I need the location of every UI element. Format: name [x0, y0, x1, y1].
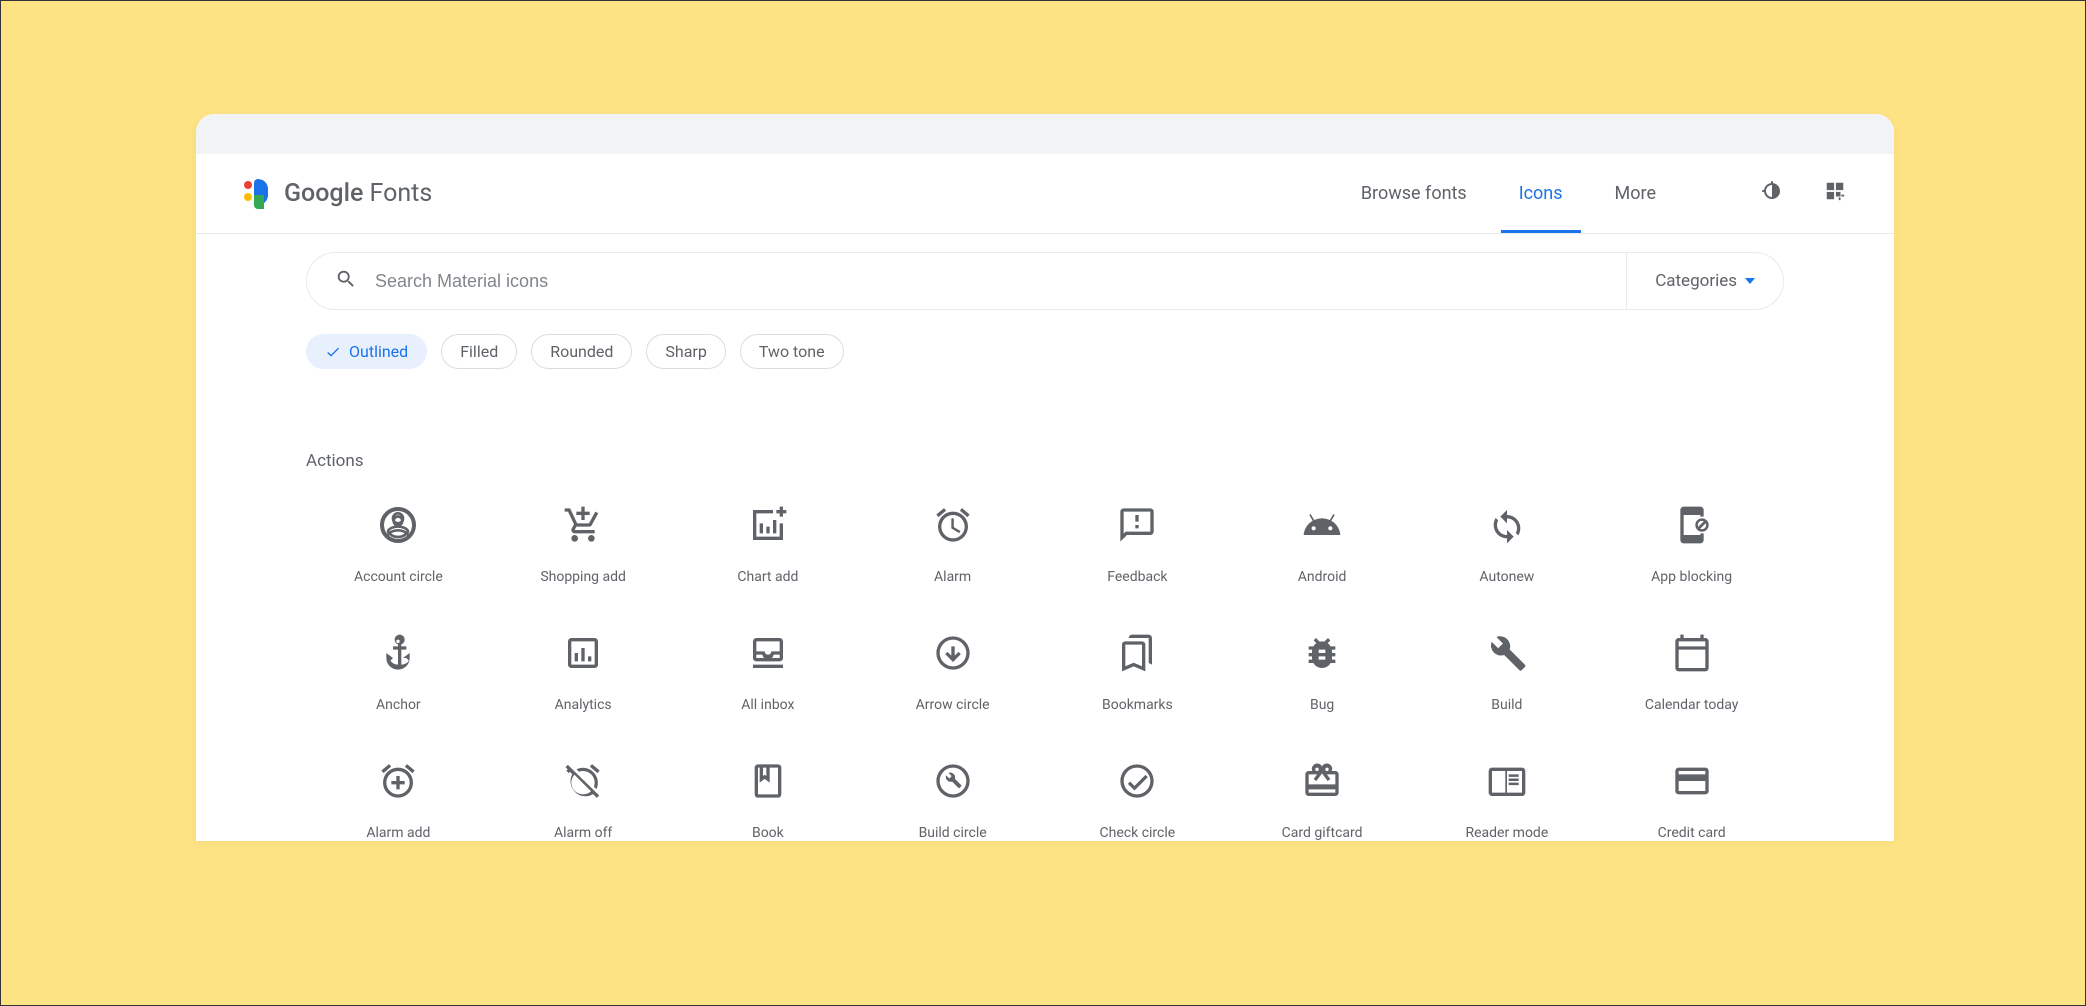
icon-autorenew[interactable]: Autonew — [1415, 505, 1600, 585]
all-inbox-icon — [748, 633, 788, 673]
browser-window: Google Fonts Browse fonts Icons More — [196, 114, 1894, 841]
icon-alarm-add[interactable]: Alarm add — [306, 761, 491, 841]
autorenew-icon — [1487, 505, 1527, 545]
categories-dropdown[interactable]: Categories — [1626, 253, 1783, 309]
chip-filled[interactable]: Filled — [441, 334, 517, 369]
main-content: Categories Outlined Filled Rounded Sharp… — [196, 234, 1894, 841]
top-bar: Google Fonts Browse fonts Icons More — [196, 154, 1894, 234]
apps-grid-icon[interactable] — [1824, 180, 1846, 207]
logo-text: Google Fonts — [284, 179, 432, 208]
icon-all-inbox[interactable]: All inbox — [676, 633, 861, 713]
android-icon — [1302, 505, 1342, 545]
app-blocking-icon — [1672, 505, 1712, 545]
arrow-circle-down-icon — [933, 633, 973, 673]
search-bar: Categories — [306, 252, 1784, 310]
credit-card-icon — [1672, 761, 1712, 801]
build-icon — [1487, 633, 1527, 673]
icon-credit-card[interactable]: Credit card — [1599, 761, 1784, 841]
chip-two-tone[interactable]: Two tone — [740, 334, 844, 369]
icon-alarm[interactable]: Alarm — [860, 505, 1045, 585]
google-fonts-logo[interactable]: Google Fonts — [244, 179, 432, 209]
icon-account-circle[interactable]: Account circle — [306, 505, 491, 585]
dropdown-arrow-icon — [1745, 278, 1755, 284]
search-icon — [335, 268, 357, 294]
icon-reader-mode[interactable]: Reader mode — [1415, 761, 1600, 841]
icon-book[interactable]: Book — [676, 761, 861, 841]
section-title: Actions — [306, 451, 1784, 471]
search-input[interactable] — [375, 271, 1626, 292]
icon-grid: Account circle Shopping add Chart add Al… — [306, 505, 1784, 841]
card-giftcard-icon — [1302, 761, 1342, 801]
icon-chart-add[interactable]: Chart add — [676, 505, 861, 585]
icon-build[interactable]: Build — [1415, 633, 1600, 713]
style-chips: Outlined Filled Rounded Sharp Two tone — [306, 334, 1784, 369]
icon-arrow-circle[interactable]: Arrow circle — [860, 633, 1045, 713]
chip-sharp[interactable]: Sharp — [646, 334, 725, 369]
primary-nav: Browse fonts Icons More — [1361, 155, 1846, 232]
shopping-cart-add-icon — [563, 505, 603, 545]
icon-build-circle[interactable]: Build circle — [860, 761, 1045, 841]
nav-browse-fonts[interactable]: Browse fonts — [1361, 155, 1467, 232]
icon-app-blocking[interactable]: App blocking — [1599, 505, 1784, 585]
bug-icon — [1302, 633, 1342, 673]
book-icon — [748, 761, 788, 801]
account-circle-icon — [378, 505, 418, 545]
icon-check-circle[interactable]: Check circle — [1045, 761, 1230, 841]
icon-alarm-off[interactable]: Alarm off — [491, 761, 676, 841]
icon-anchor[interactable]: Anchor — [306, 633, 491, 713]
icon-shopping-add[interactable]: Shopping add — [491, 505, 676, 585]
alarm-icon — [933, 505, 973, 545]
icon-card-giftcard[interactable]: Card giftcard — [1230, 761, 1415, 841]
analytics-icon — [563, 633, 603, 673]
nav-more[interactable]: More — [1615, 155, 1656, 232]
check-icon — [325, 344, 341, 360]
icon-bug[interactable]: Bug — [1230, 633, 1415, 713]
bookmarks-icon — [1117, 633, 1157, 673]
icon-feedback[interactable]: Feedback — [1045, 505, 1230, 585]
chip-rounded[interactable]: Rounded — [531, 334, 632, 369]
alarm-off-icon — [563, 761, 603, 801]
anchor-icon — [378, 633, 418, 673]
categories-label: Categories — [1655, 271, 1737, 291]
build-circle-icon — [933, 761, 973, 801]
alarm-add-icon — [378, 761, 418, 801]
check-circle-icon — [1117, 761, 1157, 801]
icon-analytics[interactable]: Analytics — [491, 633, 676, 713]
chart-add-icon — [748, 505, 788, 545]
nav-icons[interactable]: Icons — [1519, 155, 1563, 232]
feedback-icon — [1117, 505, 1157, 545]
calendar-today-icon — [1672, 633, 1712, 673]
browser-titlebar — [196, 114, 1894, 154]
icon-calendar-today[interactable]: Calendar today — [1599, 633, 1784, 713]
icon-android[interactable]: Android — [1230, 505, 1415, 585]
icon-bookmarks[interactable]: Bookmarks — [1045, 633, 1230, 713]
logo-mark-icon — [244, 179, 274, 209]
dark-mode-icon[interactable] — [1760, 179, 1784, 208]
chip-outlined[interactable]: Outlined — [306, 334, 427, 369]
reader-mode-icon — [1487, 761, 1527, 801]
